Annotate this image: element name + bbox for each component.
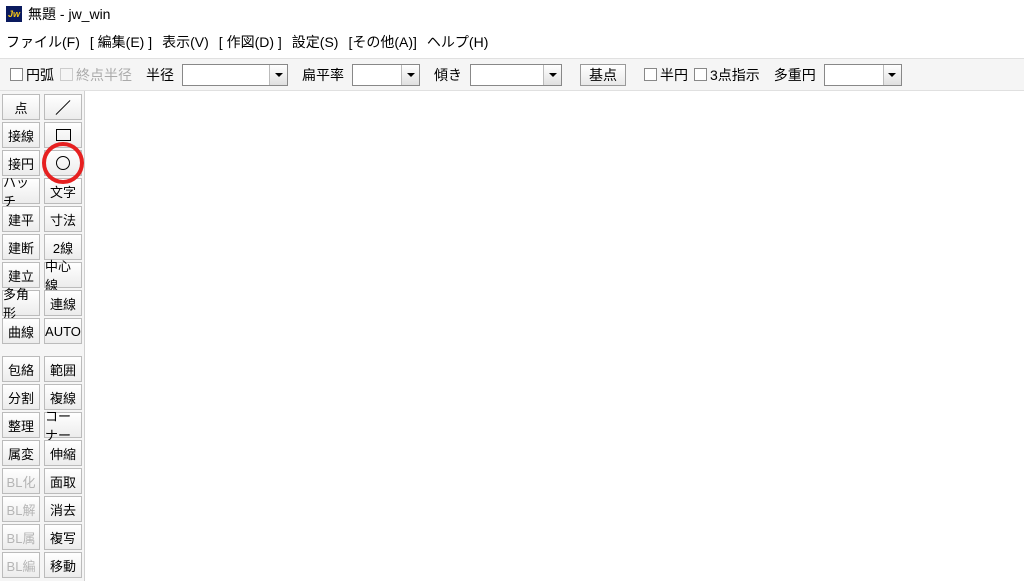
tool-text[interactable]: 文字: [44, 178, 82, 204]
arc-checkbox-group[interactable]: 円弧: [10, 65, 54, 85]
menu-view[interactable]: 表示(V): [162, 32, 209, 52]
flatness-combo[interactable]: [352, 64, 420, 86]
base-point-button[interactable]: 基点: [580, 64, 626, 86]
tilt-combo[interactable]: [470, 64, 562, 86]
flatness-input[interactable]: [353, 65, 401, 85]
menu-bar: ファイル(F) [ 編集(E) ] 表示(V) [ 作図(D) ] 設定(S) …: [0, 28, 1024, 59]
title-bar: Jw 無題 - jw_win: [0, 0, 1024, 28]
tool-bl-make[interactable]: BL化: [2, 468, 40, 494]
menu-file[interactable]: ファイル(F): [6, 32, 80, 52]
end-radius-label: 終点半径: [76, 65, 132, 85]
tool-continuous-line[interactable]: 連線: [44, 290, 82, 316]
tool-bl-release[interactable]: BL解: [2, 496, 40, 522]
tool-column-1: 点 接線 接円 ハッチ 建平 建断 建立 多角形 曲線 包絡 分割 整理 属変 …: [0, 91, 42, 581]
tool-bl-edit[interactable]: BL編: [2, 552, 40, 578]
tool-polygon[interactable]: 多角形: [2, 290, 40, 316]
three-point-label: 3点指示: [710, 65, 760, 85]
tool-section[interactable]: 建断: [2, 234, 40, 260]
menu-help[interactable]: ヘルプ(H): [427, 32, 488, 52]
tool-envelope[interactable]: 包絡: [2, 356, 40, 382]
radius-dropdown-icon[interactable]: [269, 65, 287, 85]
semicircle-checkbox[interactable]: [644, 68, 657, 81]
tilt-label: 傾き: [434, 65, 462, 85]
tool-extend[interactable]: 伸縮: [44, 440, 82, 466]
menu-edit[interactable]: [ 編集(E) ]: [90, 32, 152, 52]
tool-square-icon[interactable]: [44, 122, 82, 148]
three-point-checkbox[interactable]: [694, 68, 707, 81]
tilt-dropdown-icon[interactable]: [543, 65, 561, 85]
tool-delete[interactable]: 消去: [44, 496, 82, 522]
menu-other[interactable]: [その他(A)]: [348, 32, 416, 52]
main-area: 点 接線 接円 ハッチ 建平 建断 建立 多角形 曲線 包絡 分割 整理 属変 …: [0, 91, 1024, 581]
multi-circle-label: 多重円: [774, 65, 816, 85]
flatness-label: 扁平率: [302, 65, 344, 85]
tool-tangent-line[interactable]: 接線: [2, 122, 40, 148]
menu-settings[interactable]: 設定(S): [292, 32, 339, 52]
tool-point[interactable]: 点: [2, 94, 40, 120]
tool-auto[interactable]: AUTO: [44, 318, 82, 344]
semicircle-label: 半円: [660, 65, 688, 85]
tool-circle-icon[interactable]: [44, 150, 82, 176]
tool-line-icon[interactable]: [44, 94, 82, 120]
multi-circle-input[interactable]: [825, 65, 883, 85]
tool-corner[interactable]: コーナー: [44, 412, 82, 438]
semicircle-checkbox-group[interactable]: 半円: [644, 65, 688, 85]
tool-center-line[interactable]: 中心線: [44, 262, 82, 288]
multi-circle-dropdown-icon[interactable]: [883, 65, 901, 85]
window-title: 無題 - jw_win: [28, 4, 110, 24]
tool-attribute[interactable]: 属変: [2, 440, 40, 466]
tool-copy[interactable]: 複写: [44, 524, 82, 550]
tool-hatch[interactable]: ハッチ: [2, 178, 40, 204]
drawing-canvas[interactable]: [85, 91, 1024, 581]
radius-combo[interactable]: [182, 64, 288, 86]
tool-divide[interactable]: 分割: [2, 384, 40, 410]
tool-column-2: 文字 寸法 2線 中心線 連線 AUTO 範囲 複線 コーナー 伸縮 面取 消去…: [42, 91, 84, 581]
three-point-checkbox-group[interactable]: 3点指示: [694, 65, 760, 85]
tool-dimension[interactable]: 寸法: [44, 206, 82, 232]
multi-circle-combo[interactable]: [824, 64, 902, 86]
end-radius-checkbox: [60, 68, 73, 81]
menu-draw[interactable]: [ 作図(D) ]: [219, 32, 282, 52]
radius-input[interactable]: [183, 65, 269, 85]
tool-plan[interactable]: 建平: [2, 206, 40, 232]
tool-arrange[interactable]: 整理: [2, 412, 40, 438]
radius-label: 半径: [146, 65, 174, 85]
arc-label: 円弧: [26, 65, 54, 85]
tool-move[interactable]: 移動: [44, 552, 82, 578]
tool-bl-attr[interactable]: BL属: [2, 524, 40, 550]
flatness-dropdown-icon[interactable]: [401, 65, 419, 85]
tilt-input[interactable]: [471, 65, 543, 85]
tool-range[interactable]: 範囲: [44, 356, 82, 382]
tool-chamfer[interactable]: 面取: [44, 468, 82, 494]
options-bar: 円弧 終点半径 半径 扁平率 傾き 基点 半円 3点指示 多重円: [0, 59, 1024, 91]
left-toolbar: 点 接線 接円 ハッチ 建平 建断 建立 多角形 曲線 包絡 分割 整理 属変 …: [0, 91, 85, 581]
arc-checkbox[interactable]: [10, 68, 23, 81]
tool-curve[interactable]: 曲線: [2, 318, 40, 344]
app-icon: Jw: [6, 6, 22, 22]
end-radius-checkbox-group: 終点半径: [60, 65, 132, 85]
